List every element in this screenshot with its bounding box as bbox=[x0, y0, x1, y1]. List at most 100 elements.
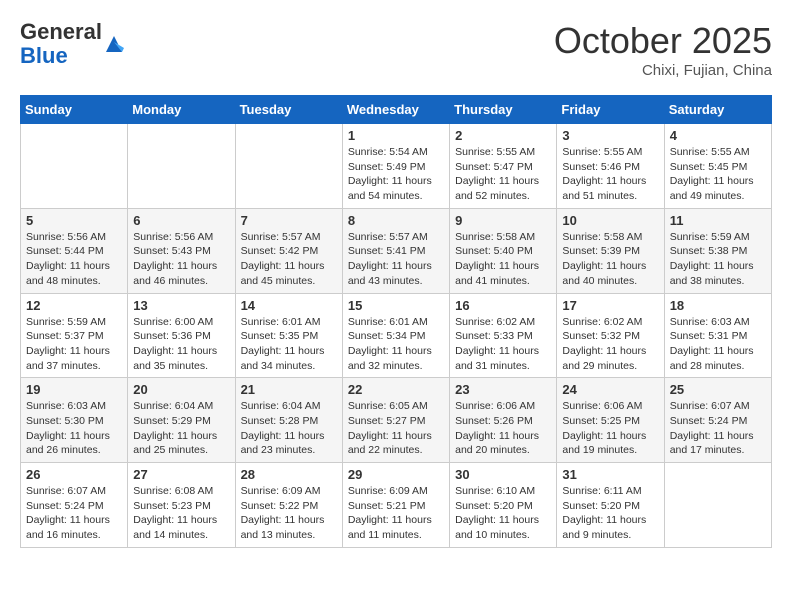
day-number: 22 bbox=[348, 382, 444, 397]
day-number: 27 bbox=[133, 467, 229, 482]
day-info: Sunrise: 6:01 AM Sunset: 5:34 PM Dayligh… bbox=[348, 315, 444, 374]
day-info: Sunrise: 6:09 AM Sunset: 5:21 PM Dayligh… bbox=[348, 484, 444, 543]
day-info: Sunrise: 5:57 AM Sunset: 5:42 PM Dayligh… bbox=[241, 230, 337, 289]
day-info: Sunrise: 6:02 AM Sunset: 5:33 PM Dayligh… bbox=[455, 315, 551, 374]
day-number: 3 bbox=[562, 128, 658, 143]
day-number: 11 bbox=[670, 213, 766, 228]
day-number: 9 bbox=[455, 213, 551, 228]
day-info: Sunrise: 5:56 AM Sunset: 5:43 PM Dayligh… bbox=[133, 230, 229, 289]
weekday-header-tuesday: Tuesday bbox=[235, 96, 342, 124]
day-number: 13 bbox=[133, 298, 229, 313]
day-info: Sunrise: 5:58 AM Sunset: 5:39 PM Dayligh… bbox=[562, 230, 658, 289]
day-number: 5 bbox=[26, 213, 122, 228]
day-number: 26 bbox=[26, 467, 122, 482]
day-info: Sunrise: 6:06 AM Sunset: 5:26 PM Dayligh… bbox=[455, 399, 551, 458]
weekday-header-row: SundayMondayTuesdayWednesdayThursdayFrid… bbox=[21, 96, 772, 124]
day-number: 7 bbox=[241, 213, 337, 228]
day-info: Sunrise: 6:09 AM Sunset: 5:22 PM Dayligh… bbox=[241, 484, 337, 543]
calendar-cell: 9 Sunrise: 5:58 AM Sunset: 5:40 PM Daylig… bbox=[450, 208, 557, 293]
day-info: Sunrise: 6:08 AM Sunset: 5:23 PM Dayligh… bbox=[133, 484, 229, 543]
calendar-cell: 19 Sunrise: 6:03 AM Sunset: 5:30 PM Dayli… bbox=[21, 378, 128, 463]
day-info: Sunrise: 6:11 AM Sunset: 5:20 PM Dayligh… bbox=[562, 484, 658, 543]
weekday-header-sunday: Sunday bbox=[21, 96, 128, 124]
day-info: Sunrise: 6:07 AM Sunset: 5:24 PM Dayligh… bbox=[26, 484, 122, 543]
day-info: Sunrise: 5:55 AM Sunset: 5:47 PM Dayligh… bbox=[455, 145, 551, 204]
day-info: Sunrise: 6:04 AM Sunset: 5:29 PM Dayligh… bbox=[133, 399, 229, 458]
day-info: Sunrise: 5:59 AM Sunset: 5:37 PM Dayligh… bbox=[26, 315, 122, 374]
day-info: Sunrise: 6:01 AM Sunset: 5:35 PM Dayligh… bbox=[241, 315, 337, 374]
calendar-cell: 13 Sunrise: 6:00 AM Sunset: 5:36 PM Dayli… bbox=[128, 293, 235, 378]
calendar-cell: 2 Sunrise: 5:55 AM Sunset: 5:47 PM Daylig… bbox=[450, 124, 557, 209]
calendar-cell: 1Sunrise: 5:54 AM Sunset: 5:49 PM Daylig… bbox=[342, 124, 449, 209]
calendar-cell: 29 Sunrise: 6:09 AM Sunset: 5:21 PM Dayli… bbox=[342, 463, 449, 548]
day-number: 6 bbox=[133, 213, 229, 228]
calendar-cell: 22 Sunrise: 6:05 AM Sunset: 5:27 PM Dayli… bbox=[342, 378, 449, 463]
weekday-header-thursday: Thursday bbox=[450, 96, 557, 124]
header: General Blue October 2025 Chixi, Fujian,… bbox=[20, 20, 772, 79]
day-info: Sunrise: 6:04 AM Sunset: 5:28 PM Dayligh… bbox=[241, 399, 337, 458]
day-number: 25 bbox=[670, 382, 766, 397]
day-number: 28 bbox=[241, 467, 337, 482]
day-number: 23 bbox=[455, 382, 551, 397]
day-info: Sunrise: 6:07 AM Sunset: 5:24 PM Dayligh… bbox=[670, 399, 766, 458]
calendar-cell: 31 Sunrise: 6:11 AM Sunset: 5:20 PM Dayli… bbox=[557, 463, 664, 548]
calendar-cell: 27 Sunrise: 6:08 AM Sunset: 5:23 PM Dayli… bbox=[128, 463, 235, 548]
day-number: 4 bbox=[670, 128, 766, 143]
day-number: 30 bbox=[455, 467, 551, 482]
calendar-cell: 30 Sunrise: 6:10 AM Sunset: 5:20 PM Dayli… bbox=[450, 463, 557, 548]
calendar-cell: 12 Sunrise: 5:59 AM Sunset: 5:37 PM Dayli… bbox=[21, 293, 128, 378]
day-number: 10 bbox=[562, 213, 658, 228]
month-title: October 2025 bbox=[554, 20, 772, 62]
weekday-header-saturday: Saturday bbox=[664, 96, 771, 124]
day-number: 18 bbox=[670, 298, 766, 313]
calendar-cell: 18 Sunrise: 6:03 AM Sunset: 5:31 PM Dayli… bbox=[664, 293, 771, 378]
day-info: Sunrise: 6:05 AM Sunset: 5:27 PM Dayligh… bbox=[348, 399, 444, 458]
calendar-cell: 24Sunrise: 6:06 AM Sunset: 5:25 PM Dayli… bbox=[557, 378, 664, 463]
day-info: Sunrise: 6:06 AM Sunset: 5:25 PM Dayligh… bbox=[562, 399, 658, 458]
calendar-cell: 3Sunrise: 5:55 AM Sunset: 5:46 PM Daylig… bbox=[557, 124, 664, 209]
week-row-1: 1Sunrise: 5:54 AM Sunset: 5:49 PM Daylig… bbox=[21, 124, 772, 209]
calendar-cell: 11Sunrise: 5:59 AM Sunset: 5:38 PM Dayli… bbox=[664, 208, 771, 293]
day-number: 19 bbox=[26, 382, 122, 397]
day-number: 2 bbox=[455, 128, 551, 143]
day-number: 8 bbox=[348, 213, 444, 228]
day-info: Sunrise: 6:00 AM Sunset: 5:36 PM Dayligh… bbox=[133, 315, 229, 374]
day-number: 14 bbox=[241, 298, 337, 313]
calendar-cell: 8 Sunrise: 5:57 AM Sunset: 5:41 PM Daylig… bbox=[342, 208, 449, 293]
day-number: 12 bbox=[26, 298, 122, 313]
day-number: 29 bbox=[348, 467, 444, 482]
calendar-cell: 15 Sunrise: 6:01 AM Sunset: 5:34 PM Dayli… bbox=[342, 293, 449, 378]
day-info: Sunrise: 6:02 AM Sunset: 5:32 PM Dayligh… bbox=[562, 315, 658, 374]
calendar-cell: 20Sunrise: 6:04 AM Sunset: 5:29 PM Dayli… bbox=[128, 378, 235, 463]
week-row-3: 12 Sunrise: 5:59 AM Sunset: 5:37 PM Dayli… bbox=[21, 293, 772, 378]
week-row-2: 5 Sunrise: 5:56 AM Sunset: 5:44 PM Daylig… bbox=[21, 208, 772, 293]
day-info: Sunrise: 5:57 AM Sunset: 5:41 PM Dayligh… bbox=[348, 230, 444, 289]
day-info: Sunrise: 5:58 AM Sunset: 5:40 PM Dayligh… bbox=[455, 230, 551, 289]
calendar: SundayMondayTuesdayWednesdayThursdayFrid… bbox=[20, 95, 772, 548]
calendar-cell bbox=[664, 463, 771, 548]
day-info: Sunrise: 6:10 AM Sunset: 5:20 PM Dayligh… bbox=[455, 484, 551, 543]
day-number: 16 bbox=[455, 298, 551, 313]
day-info: Sunrise: 5:55 AM Sunset: 5:45 PM Dayligh… bbox=[670, 145, 766, 204]
calendar-cell: 6 Sunrise: 5:56 AM Sunset: 5:43 PM Daylig… bbox=[128, 208, 235, 293]
calendar-cell: 26 Sunrise: 6:07 AM Sunset: 5:24 PM Dayli… bbox=[21, 463, 128, 548]
day-number: 31 bbox=[562, 467, 658, 482]
calendar-cell: 7 Sunrise: 5:57 AM Sunset: 5:42 PM Daylig… bbox=[235, 208, 342, 293]
calendar-cell: 28 Sunrise: 6:09 AM Sunset: 5:22 PM Dayli… bbox=[235, 463, 342, 548]
calendar-cell bbox=[21, 124, 128, 209]
day-number: 17 bbox=[562, 298, 658, 313]
logo-icon bbox=[104, 34, 124, 54]
day-number: 15 bbox=[348, 298, 444, 313]
calendar-cell: 10 Sunrise: 5:58 AM Sunset: 5:39 PM Dayli… bbox=[557, 208, 664, 293]
calendar-cell: 23 Sunrise: 6:06 AM Sunset: 5:26 PM Dayli… bbox=[450, 378, 557, 463]
day-number: 21 bbox=[241, 382, 337, 397]
title-block: October 2025 Chixi, Fujian, China bbox=[554, 20, 772, 79]
logo: General Blue bbox=[20, 20, 124, 68]
day-info: Sunrise: 6:03 AM Sunset: 5:31 PM Dayligh… bbox=[670, 315, 766, 374]
day-number: 1 bbox=[348, 128, 444, 143]
week-row-4: 19 Sunrise: 6:03 AM Sunset: 5:30 PM Dayli… bbox=[21, 378, 772, 463]
calendar-cell: 5 Sunrise: 5:56 AM Sunset: 5:44 PM Daylig… bbox=[21, 208, 128, 293]
calendar-cell: 16 Sunrise: 6:02 AM Sunset: 5:33 PM Dayli… bbox=[450, 293, 557, 378]
day-info: Sunrise: 6:03 AM Sunset: 5:30 PM Dayligh… bbox=[26, 399, 122, 458]
day-info: Sunrise: 5:56 AM Sunset: 5:44 PM Dayligh… bbox=[26, 230, 122, 289]
